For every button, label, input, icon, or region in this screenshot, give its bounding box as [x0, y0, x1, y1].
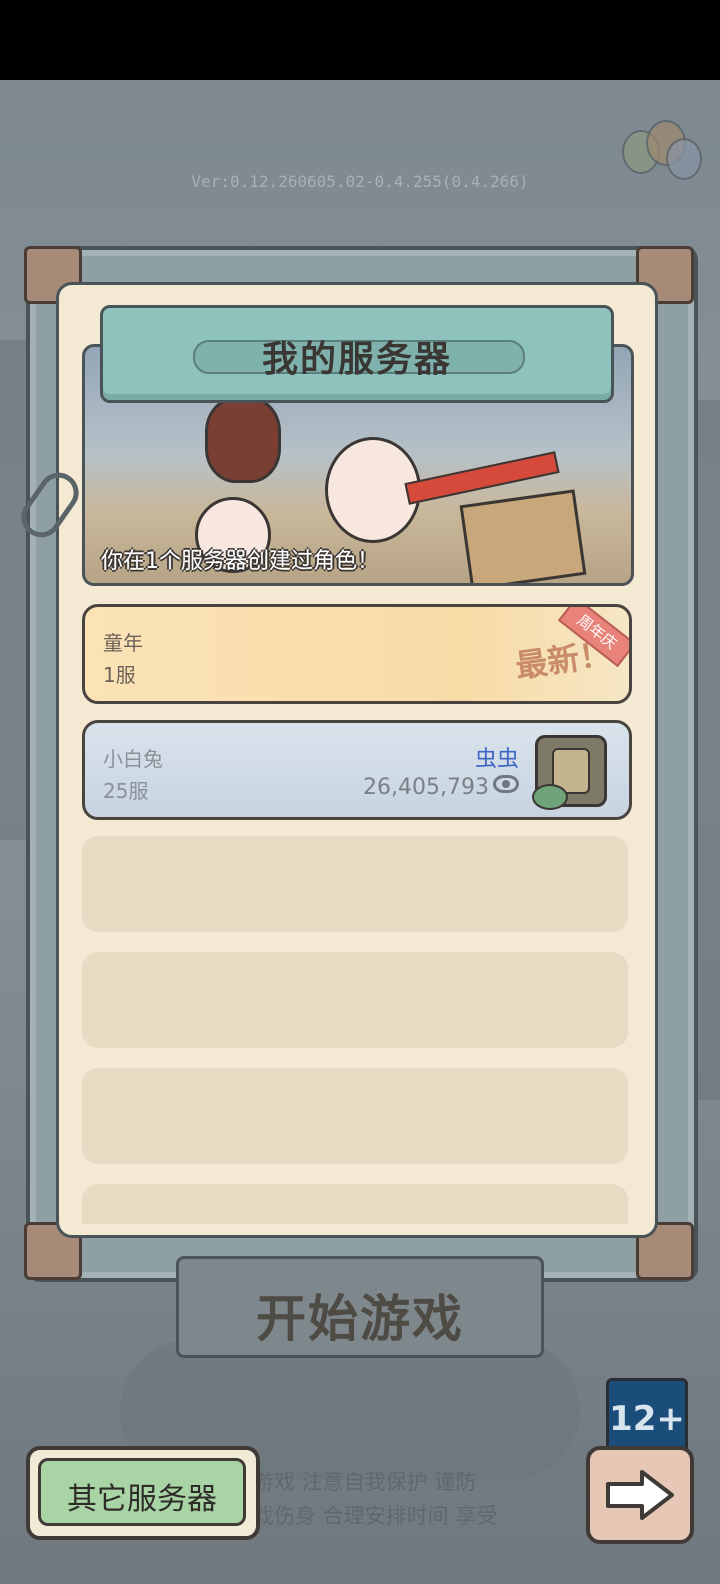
server-card-tongnian[interactable]: 童年 1服 最新！ 周年庆: [82, 604, 632, 704]
character-name: 虫虫: [474, 747, 519, 772]
start-game-button[interactable]: 开始游戏: [176, 1256, 544, 1358]
other-servers-button[interactable]: 其它服务器: [26, 1446, 260, 1540]
banner-caption: 你在1个服务器创建过角色！: [101, 549, 379, 574]
start-game-label: 开始游戏: [256, 1290, 464, 1348]
version-label: Ver:0.12.260605.02-0.4.255(0.4.266): [191, 172, 529, 191]
server-number: 25服: [103, 779, 149, 803]
eye-icon: [493, 775, 519, 793]
health-notice-line1: 版游戏 注意自我保护 谨防: [232, 1470, 477, 1494]
arrow-right-icon: [606, 1470, 674, 1520]
pot-illustration: [205, 397, 281, 483]
box-illustration: [459, 489, 587, 583]
balloons-decoration: [612, 120, 702, 210]
empty-server-slot: [82, 1184, 628, 1224]
next-arrow-button[interactable]: [586, 1446, 694, 1544]
character-avatar: [532, 735, 607, 810]
server-number: 1服: [103, 663, 136, 687]
character-score: 26,405,793: [363, 775, 489, 800]
server-card-xiaobaitu[interactable]: 小白兔 25服 虫虫 26,405,793: [82, 720, 632, 820]
empty-server-slot: [82, 836, 628, 932]
dialog-title-plate: 我的服务器: [100, 305, 614, 403]
empty-server-slot: [82, 952, 628, 1048]
eye-icon: [532, 784, 568, 810]
empty-server-slot: [82, 1068, 628, 1164]
dialog-title: 我的服务器: [261, 339, 452, 380]
server-name: 童年: [103, 631, 143, 655]
other-servers-label: 其它服务器: [67, 1482, 217, 1517]
health-notice-line2: 游戏伤身 合理安排时间 享受: [232, 1504, 498, 1528]
server-name: 小白兔: [103, 747, 163, 771]
